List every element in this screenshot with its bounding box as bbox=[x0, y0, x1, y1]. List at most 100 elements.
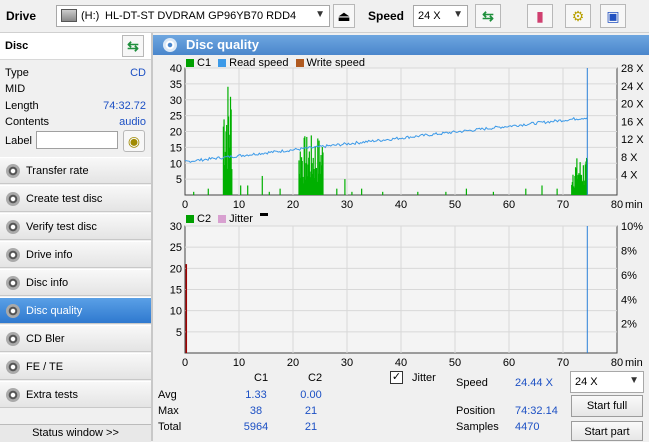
x-tick-label: 40 bbox=[395, 199, 407, 211]
save-icon: ▣ bbox=[606, 8, 620, 24]
y-tick-label: 25 bbox=[170, 111, 182, 123]
chip-button[interactable]: ⚙ bbox=[565, 4, 591, 28]
nav-item-label: CD Bler bbox=[26, 333, 65, 345]
nav-item-label: Drive info bbox=[26, 249, 73, 261]
c1-bar bbox=[417, 191, 419, 195]
disc-icon bbox=[6, 388, 20, 402]
checkmark-icon: ✓ bbox=[391, 371, 402, 383]
avg-label: Avg bbox=[158, 389, 177, 401]
y-right-tick-label: 20 X bbox=[621, 99, 644, 111]
nav-item-extra-tests[interactable]: Extra tests bbox=[0, 381, 151, 408]
nav-item-create-test-disc[interactable]: Create test disc bbox=[0, 185, 151, 212]
y-right-tick-label: 4% bbox=[621, 294, 637, 306]
x-tick-label: 50 bbox=[449, 199, 461, 211]
nav-item-cd-bler[interactable]: CD Bler bbox=[0, 325, 151, 352]
nav-item-verify-test-disc[interactable]: Verify test disc bbox=[0, 213, 151, 240]
c1-bar bbox=[361, 188, 363, 195]
avg-c2-value: 0.00 bbox=[300, 389, 322, 401]
c1-bar bbox=[279, 188, 281, 195]
nav-item-label: Extra tests bbox=[26, 389, 78, 401]
status-window-button[interactable]: Status window >> bbox=[0, 424, 151, 442]
max-c2-value: 21 bbox=[304, 405, 318, 417]
legend-marker bbox=[260, 213, 269, 216]
jitter-checkbox[interactable]: ✓ bbox=[390, 371, 403, 384]
nav-item-disc-info[interactable]: Disc info bbox=[0, 269, 151, 296]
type-value: CD bbox=[130, 67, 146, 79]
c1-bar bbox=[445, 191, 447, 195]
drive-select[interactable]: (H:) HL-DT-ST DVDRAM GP96YB70 RDD4 ▼ bbox=[56, 5, 330, 27]
samples-label: Samples bbox=[456, 421, 499, 433]
max-label: Max bbox=[158, 405, 179, 417]
start-full-button[interactable]: Start full bbox=[571, 395, 643, 417]
x-tick-label: 70 bbox=[557, 199, 569, 211]
c1-bar bbox=[261, 175, 263, 195]
x-tick-label: 10 bbox=[233, 199, 245, 211]
eject-button[interactable]: ⏏ bbox=[333, 4, 355, 28]
chevron-down-icon: ▼ bbox=[629, 375, 639, 386]
y-tick-label: 5 bbox=[176, 327, 182, 339]
y-right-tick-label: 6% bbox=[621, 270, 637, 282]
cd-icon: ◉ bbox=[127, 133, 141, 149]
c1-bar bbox=[465, 188, 467, 195]
c1-bar bbox=[382, 191, 384, 195]
disc-header-title: Disc bbox=[5, 40, 29, 52]
y-right-tick-label: 2% bbox=[621, 319, 637, 331]
y-tick-label: 20 bbox=[170, 127, 182, 139]
speed-stat-label: Speed bbox=[456, 377, 488, 389]
label-disc-button[interactable]: ◉ bbox=[123, 130, 145, 152]
c1-bar bbox=[268, 191, 270, 195]
nav-item-drive-info[interactable]: Drive info bbox=[0, 241, 151, 268]
disc-refresh-button[interactable]: ⇆ bbox=[122, 35, 144, 57]
x-unit-label: min bbox=[625, 199, 643, 211]
contents-label: Contents bbox=[5, 116, 50, 128]
y-right-tick-label: 28 X bbox=[621, 63, 644, 75]
drive-icon bbox=[61, 9, 77, 22]
disc-icon bbox=[6, 164, 20, 178]
x-tick-label: 30 bbox=[341, 199, 353, 211]
save-button[interactable]: ▣ bbox=[600, 4, 626, 28]
disc-icon bbox=[6, 360, 20, 374]
c1-chart: 40 35 30 25 20 15 10 5 28 X 24 X 20 X 16 X 12 X 8 X 4 … bbox=[170, 63, 645, 211]
c1-bar bbox=[492, 191, 494, 195]
test-speed-select[interactable]: 24 X ▼ bbox=[570, 371, 644, 393]
disc-icon bbox=[6, 332, 20, 346]
c1-bar bbox=[322, 152, 324, 195]
erase-button[interactable]: ▮ bbox=[527, 4, 553, 28]
c1-bar bbox=[541, 185, 543, 195]
c1-bar bbox=[207, 188, 209, 195]
y-tick-label: 30 bbox=[170, 221, 182, 233]
c1-bar bbox=[240, 185, 242, 195]
swap-icon: ⇆ bbox=[482, 8, 494, 24]
nav-item-label: Disc info bbox=[26, 277, 69, 289]
y-right-tick-label: 16 X bbox=[621, 116, 644, 128]
refresh-icon: ⇆ bbox=[127, 38, 139, 54]
y-right-tick-label: 10% bbox=[621, 221, 643, 233]
c1-bar bbox=[336, 188, 338, 195]
disc-icon bbox=[6, 304, 20, 318]
nav-item-transfer-rate[interactable]: Transfer rate bbox=[0, 157, 151, 184]
type-label: Type bbox=[5, 67, 29, 79]
jitter-checkbox-label: Jitter bbox=[412, 372, 436, 384]
drive-letter: (H:) bbox=[81, 10, 100, 22]
nav-item-label: Transfer rate bbox=[26, 165, 89, 177]
y-tick-label: 5 bbox=[176, 174, 182, 186]
y-tick-label: 30 bbox=[170, 95, 182, 107]
x-tick-label: 0 bbox=[182, 199, 188, 211]
speed-select[interactable]: 24 X ▼ bbox=[413, 5, 468, 27]
total-c2-value: 21 bbox=[304, 421, 318, 433]
x-tick-label: 20 bbox=[287, 199, 299, 211]
position-value: 74:32.14 bbox=[515, 405, 558, 417]
x-tick-label: 50 bbox=[449, 357, 461, 368]
chip-icon: ⚙ bbox=[571, 8, 585, 24]
x-tick-label: 60 bbox=[503, 199, 515, 211]
start-part-button[interactable]: Start part bbox=[571, 421, 643, 441]
label-input[interactable] bbox=[36, 131, 118, 149]
y-right-tick-label: 8 X bbox=[621, 152, 638, 164]
disc-header: Disc ⇆ bbox=[0, 33, 151, 60]
swap-button[interactable]: ⇆ bbox=[475, 4, 501, 28]
c1-bar bbox=[247, 185, 249, 195]
panel-title: Disc quality bbox=[186, 37, 259, 52]
speed-stat-value: 24.44 X bbox=[515, 377, 553, 389]
nav-item-disc-quality[interactable]: Disc quality bbox=[0, 297, 151, 324]
nav-item-fe-te[interactable]: FE / TE bbox=[0, 353, 151, 380]
